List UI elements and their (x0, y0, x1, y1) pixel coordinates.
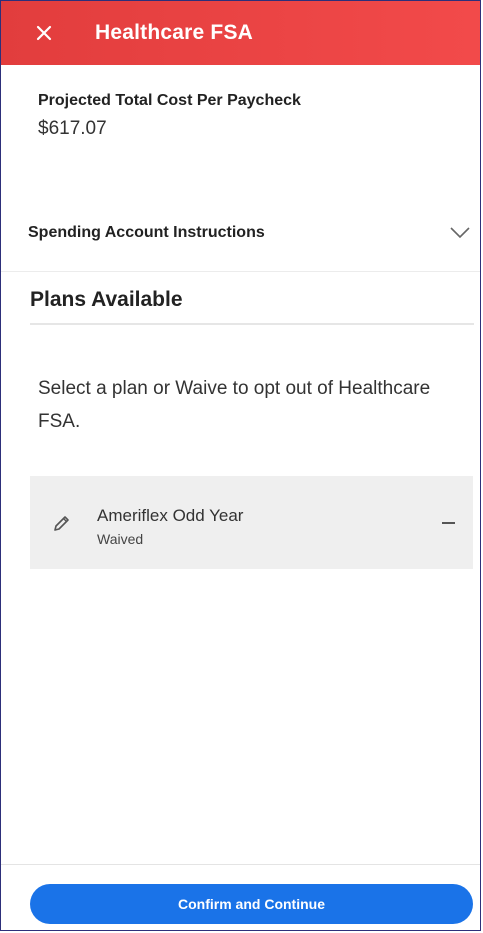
cost-label: Projected Total Cost Per Paycheck (38, 92, 301, 109)
footer-divider (1, 864, 480, 865)
plan-name: Ameriflex Odd Year (97, 506, 244, 525)
plans-title: Plans Available (30, 288, 183, 311)
plans-instruction-text: Select a plan or Waive to opt out of Hea… (38, 378, 431, 432)
pencil-icon (54, 516, 69, 531)
spending-account-instructions-toggle[interactable]: Spending Account Instructions (28, 214, 473, 252)
app-header: Healthcare FSA (1, 1, 480, 65)
instructions-label: Spending Account Instructions (28, 224, 265, 241)
confirm-and-continue-button[interactable]: Confirm and Continue (30, 884, 473, 924)
plans-divider (30, 323, 474, 325)
page-title: Healthcare FSA (95, 21, 254, 44)
plan-cost-dash (442, 522, 455, 524)
plan-card[interactable]: Ameriflex Odd Year Waived (30, 476, 473, 569)
divider (1, 271, 480, 272)
chevron-down-icon (450, 227, 470, 239)
close-icon (36, 25, 52, 41)
plan-status: Waived (97, 531, 144, 547)
cost-value: $617.07 (38, 118, 107, 139)
close-button[interactable] (31, 20, 57, 46)
